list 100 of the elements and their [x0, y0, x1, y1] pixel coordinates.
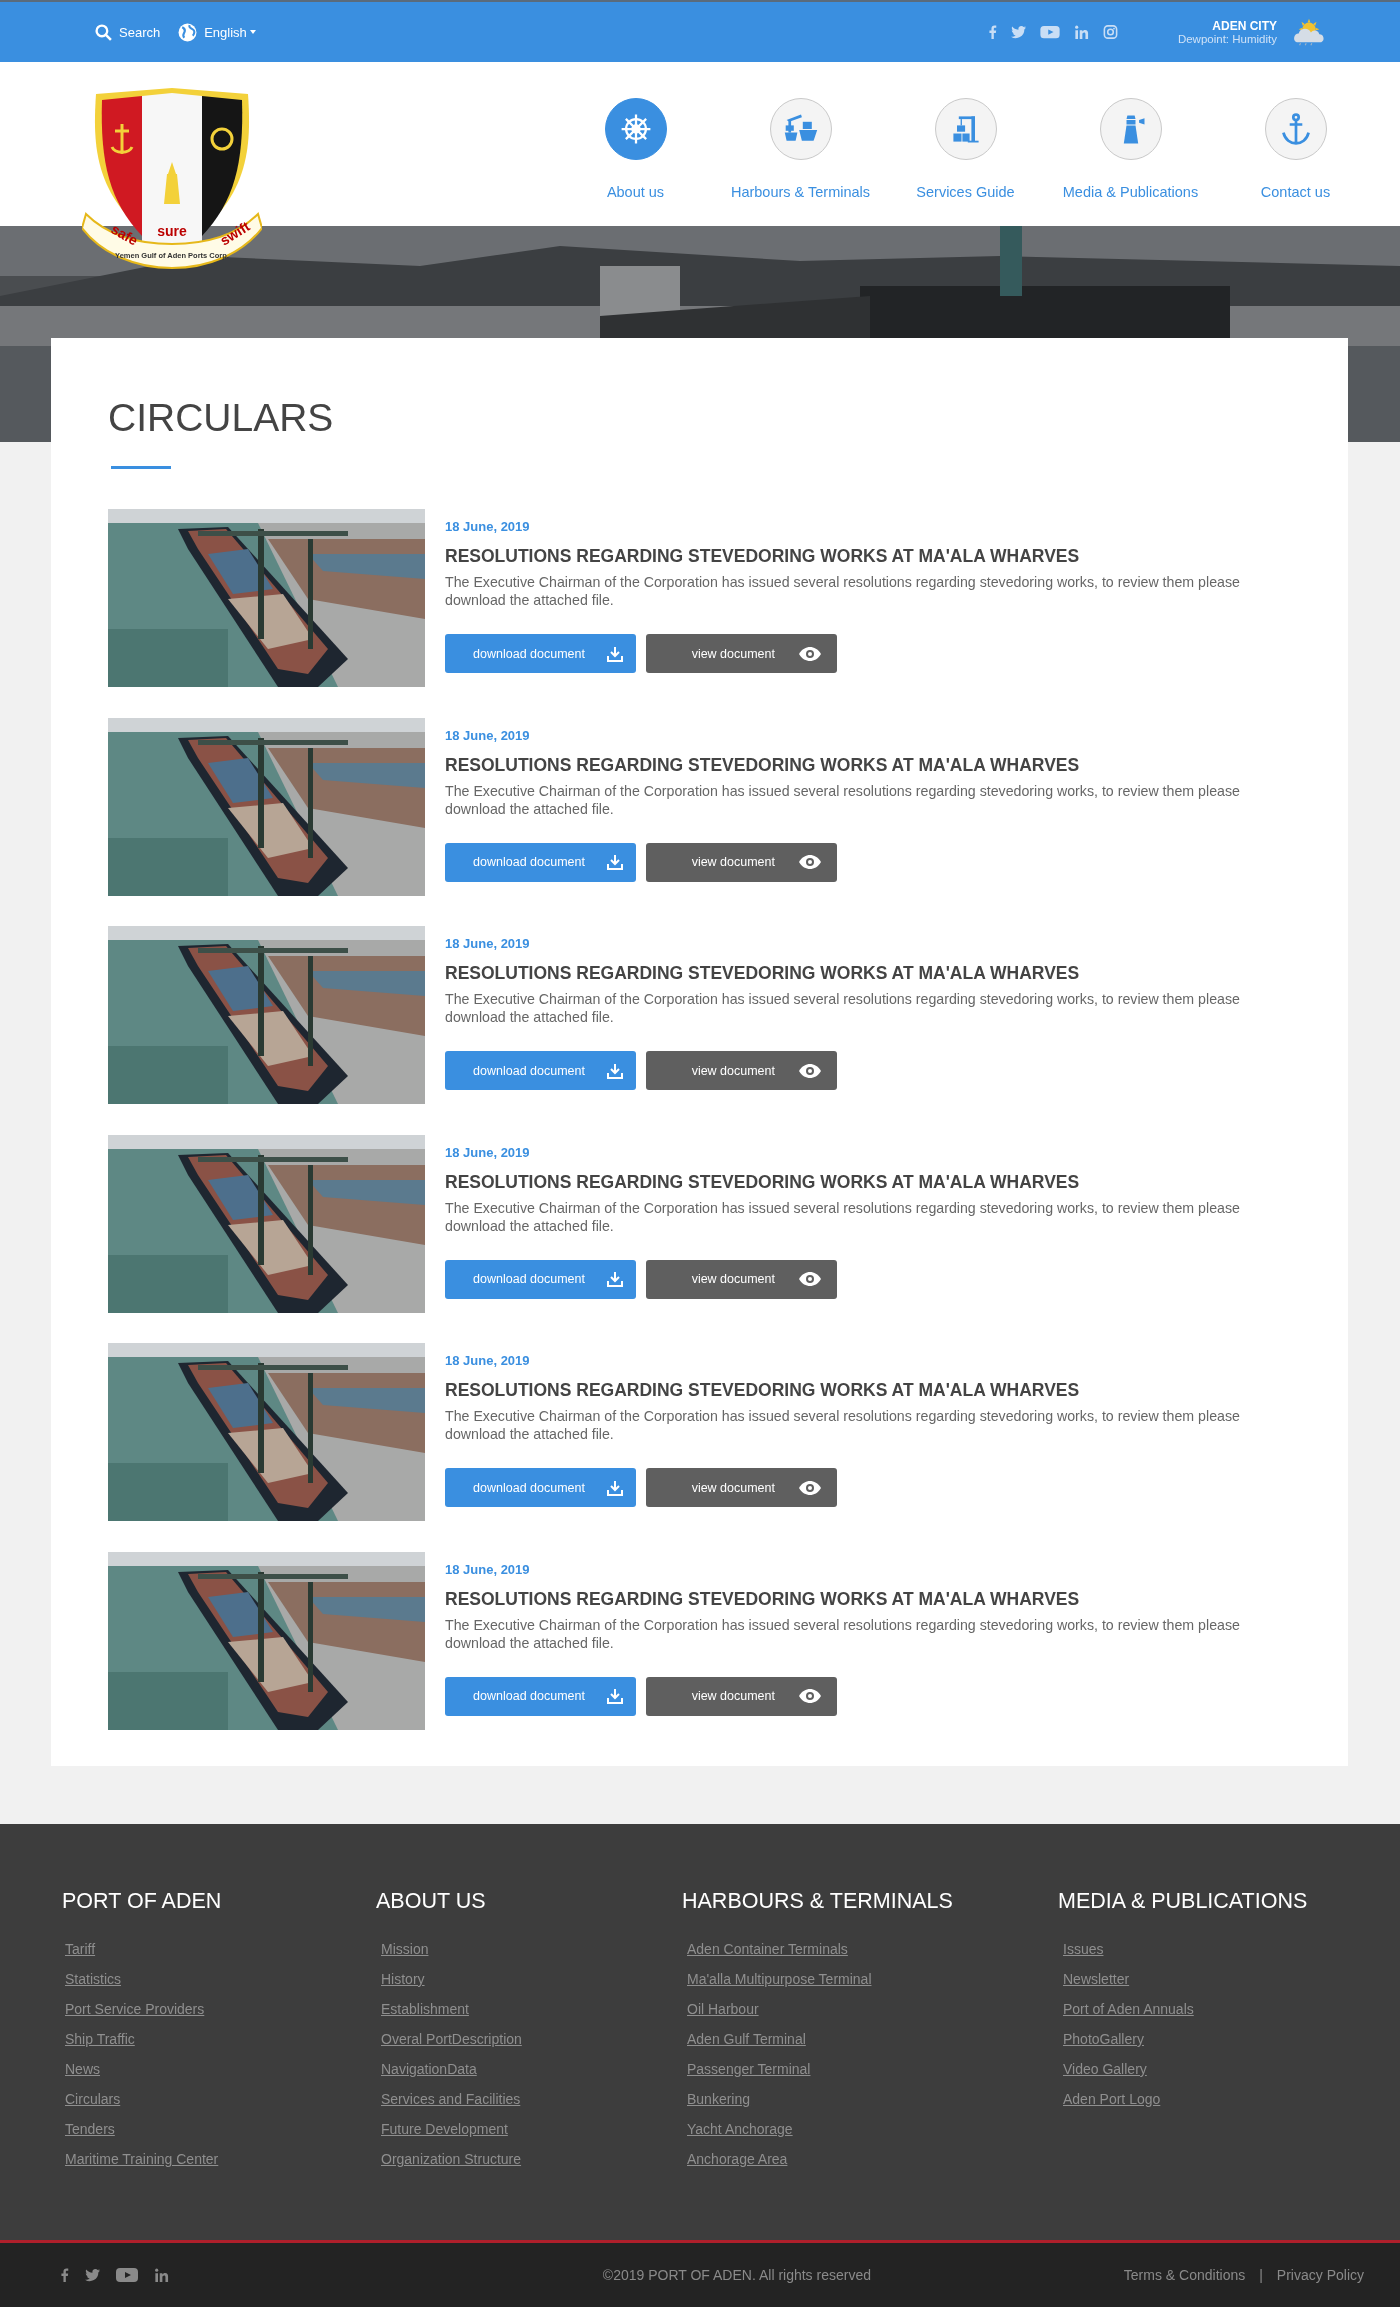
footer-link[interactable]: Aden Gulf Terminal: [687, 2024, 806, 2054]
page-title: CIRCULARS: [108, 395, 335, 441]
footer-link[interactable]: Circulars: [65, 2084, 121, 2114]
facebook-icon[interactable]: [987, 25, 997, 39]
twitter-icon[interactable]: [85, 2268, 100, 2282]
circular-date: 18 June, 2019: [445, 1144, 531, 1160]
footer-link[interactable]: News: [65, 2054, 100, 2084]
youtube-icon[interactable]: [1039, 25, 1060, 39]
footer-link[interactable]: History: [381, 1964, 425, 1994]
footer-link[interactable]: Tariff: [65, 1934, 96, 1964]
footer-link[interactable]: Oil Harbour: [687, 1994, 759, 2024]
footer-link[interactable]: NavigationData: [381, 2054, 477, 2084]
footer-heading: HARBOURS & TERMINALS: [682, 1888, 953, 1915]
footer-link[interactable]: Issues: [1063, 1934, 1104, 1964]
eye-icon: [799, 1480, 821, 1495]
circular-title: RESOLUTIONS REGARDING STEVEDORING WORKS AT MA'ALA WHARVES: [445, 1588, 1081, 1610]
twitter-icon[interactable]: [1010, 25, 1026, 39]
footer-link[interactable]: Services and Facilities: [381, 2084, 521, 2114]
circular-title: RESOLUTIONS REGARDING STEVEDORING WORKS AT MA'ALA WHARVES: [445, 1380, 1081, 1401]
circular-date: 18 June, 2019: [445, 936, 531, 951]
footer-link[interactable]: Bunkering: [687, 2084, 751, 2114]
footer-heading: ABOUT US: [376, 1888, 486, 1915]
footer-link[interactable]: Yacht Anchorage: [687, 2114, 793, 2144]
privacy-link[interactable]: Privacy Policy: [1276, 2267, 1364, 2283]
footer-link[interactable]: PhotoGallery: [1063, 2024, 1144, 2054]
eye-icon: [799, 855, 821, 869]
nav-link[interactable]: Services Guide: [883, 98, 1048, 226]
circular-date: 18 June, 2019: [445, 1561, 531, 1577]
footer-link[interactable]: Aden Port Logo: [1063, 2084, 1161, 2114]
footer-link[interactable]: Newsletter: [1063, 1964, 1130, 1994]
nav-link[interactable]: Harbours & Terminals: [718, 98, 883, 226]
download-button[interactable]: download document: [445, 1259, 636, 1299]
download-icon: [607, 1271, 623, 1287]
circular-title: RESOLUTIONS REGARDING STEVEDORING WORKS AT MA'ALA WHARVES: [445, 963, 1081, 984]
download-icon: [607, 645, 623, 662]
circular-description: The Executive Chairman of the Corporation has issued several resolutions regarding stevedoring works, to review them please download the attached file.: [445, 1198, 1241, 1235]
search-icon: [95, 23, 112, 41]
circular-description: The Executive Chairman of the Corporation has issued several resolutions regarding stevedoring works, to review them please download the attached file.: [445, 781, 1241, 818]
download-icon: [607, 1479, 623, 1496]
nav-link[interactable]: Contact us: [1213, 98, 1378, 226]
view-button[interactable]: view document: [646, 1259, 837, 1299]
view-button[interactable]: view document: [646, 1468, 837, 1507]
circular-description: The Executive Chairman of the Corporation has issued several resolutions regarding stevedoring works, to review them please download the attached file.: [445, 573, 1241, 609]
footer-heading: PORT OF ADEN: [62, 1888, 222, 1915]
youtube-icon[interactable]: [116, 2267, 138, 2283]
download-icon: [607, 854, 623, 870]
sun-cloud-icon: [1293, 17, 1325, 47]
circular-title: RESOLUTIONS REGARDING STEVEDORING WORKS AT MA'ALA WHARVES: [445, 546, 1081, 567]
download-button[interactable]: download document: [445, 842, 636, 882]
circular-date: 18 June, 2019: [445, 727, 531, 743]
view-button[interactable]: view document: [646, 634, 837, 673]
nav-link[interactable]: About us: [553, 98, 718, 226]
footer-link[interactable]: Port of Aden Annuals: [1063, 1994, 1194, 2024]
view-button[interactable]: view document: [646, 842, 837, 882]
footer-link[interactable]: Ma'alla Multipurpose Terminal: [687, 1964, 872, 1994]
instagram-icon[interactable]: [1102, 25, 1118, 39]
caret-icon: [249, 30, 256, 34]
footer-link[interactable]: Aden Container Terminals: [687, 1934, 848, 1964]
terms-link[interactable]: Terms & Conditions: [1123, 2267, 1246, 2283]
footer-link[interactable]: Overal PortDescription: [381, 2024, 522, 2054]
eye-icon: [799, 1272, 821, 1286]
footer-link[interactable]: Tenders: [65, 2114, 115, 2144]
circular-description: The Executive Chairman of the Corporation has issued several resolutions regarding stevedoring works, to review them please download the attached file.: [445, 1407, 1241, 1443]
download-button[interactable]: download document: [445, 1468, 636, 1507]
eye-icon: [799, 646, 821, 661]
facebook-icon[interactable]: [60, 2268, 69, 2282]
download-button[interactable]: download document: [445, 1676, 636, 1716]
eye-icon: [799, 1063, 821, 1078]
language-dropdown[interactable]: English: [178, 22, 256, 42]
footer-link[interactable]: Port Service Providers: [65, 1994, 205, 2024]
logo-motto: sure: [157, 223, 187, 239]
circular-title: RESOLUTIONS REGARDING STEVEDORING WORKS AT MA'ALA WHARVES: [445, 754, 1081, 776]
linkedin-icon[interactable]: [154, 2268, 169, 2282]
footer-link[interactable]: Anchorage Area: [687, 2144, 788, 2174]
download-icon: [607, 1688, 623, 1704]
circular-date: 18 June, 2019: [445, 1353, 531, 1368]
linkedin-icon[interactable]: [1073, 25, 1089, 39]
footer-link[interactable]: Organization Structure: [381, 2144, 522, 2174]
globe-icon: [178, 22, 198, 42]
circular-title: RESOLUTIONS REGARDING STEVEDORING WORKS AT MA'ALA WHARVES: [445, 1171, 1081, 1193]
download-icon: [607, 1062, 623, 1079]
download-button[interactable]: download document: [445, 634, 636, 673]
footer-link[interactable]: Maritime Training Center: [65, 2144, 219, 2174]
view-button[interactable]: view document: [646, 1676, 837, 1716]
footer-link[interactable]: Ship Traffic: [65, 2024, 135, 2054]
footer-link[interactable]: Mission: [381, 1934, 429, 1964]
circular-description: The Executive Chairman of the Corporation has issued several resolutions regarding stevedoring works, to review them please download the attached file.: [445, 990, 1241, 1026]
copyright-text: ©2019 PORT OF ADEN. All rights reserved: [602, 2267, 871, 2283]
download-button[interactable]: download document: [445, 1051, 636, 1090]
footer-link[interactable]: Future Development: [381, 2114, 508, 2144]
nav-link[interactable]: Media & Publications: [1048, 98, 1213, 226]
logo-motto: swift: [217, 218, 253, 249]
circular-date: 18 June, 2019: [445, 519, 531, 534]
footer-link[interactable]: Statistics: [65, 1964, 121, 1994]
footer-heading: MEDIA & PUBLICATIONS: [1058, 1888, 1308, 1915]
footer-link[interactable]: Video Gallery: [1063, 2054, 1147, 2084]
view-button[interactable]: view document: [646, 1051, 837, 1090]
footer-link[interactable]: Passenger Terminal: [687, 2054, 811, 2084]
footer-link[interactable]: Establishment: [381, 1994, 469, 2024]
search-link[interactable]: Search: [95, 23, 161, 41]
